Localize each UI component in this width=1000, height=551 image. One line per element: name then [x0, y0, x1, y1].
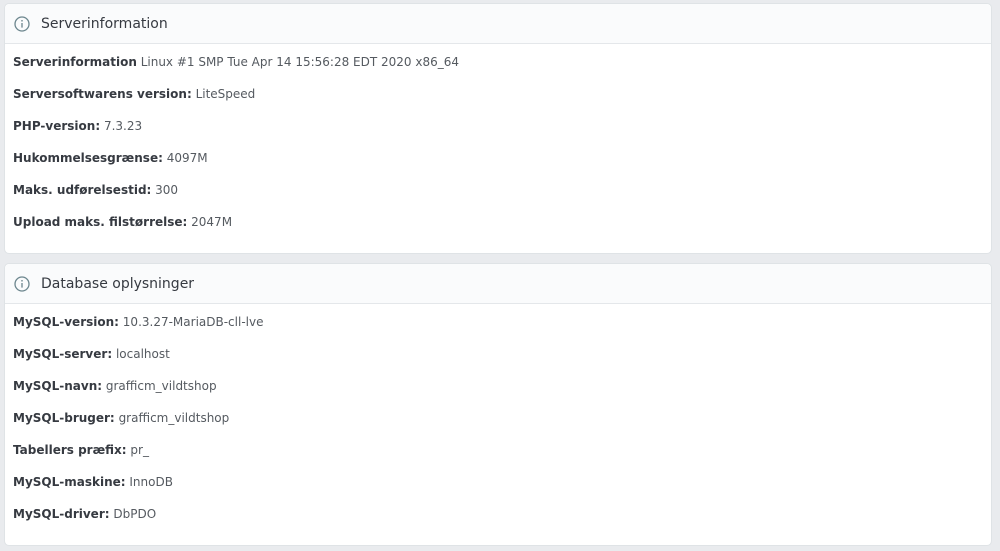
info-row-mysql-engine: MySQL-maskine: InnoDB	[13, 473, 991, 505]
info-row-server-software: Serversoftwarens version: LiteSpeed	[13, 85, 991, 117]
info-row-mysql-driver: MySQL-driver: DbPDO	[13, 505, 991, 537]
row-value: 300	[155, 183, 179, 197]
database-information-panel: Database oplysninger MySQL-version: 10.3…	[4, 263, 992, 546]
row-label: Serverinformation	[13, 55, 137, 69]
server-information-body: Serverinformation Linux #1 SMP Tue Apr 1…	[5, 44, 991, 245]
database-information-header: Database oplysninger	[5, 264, 991, 304]
row-value: InnoDB	[129, 475, 173, 489]
info-row-mysql-version: MySQL-version: 10.3.27-MariaDB-cll-lve	[13, 313, 991, 345]
row-value: LiteSpeed	[195, 87, 256, 101]
row-label: MySQL-bruger:	[13, 411, 115, 425]
row-value: pr_	[130, 443, 149, 457]
database-information-body: MySQL-version: 10.3.27-MariaDB-cll-lve M…	[5, 304, 991, 537]
server-information-header: Serverinformation	[5, 4, 991, 44]
row-value: Linux #1 SMP Tue Apr 14 15:56:28 EDT 202…	[140, 55, 459, 69]
info-row-table-prefix: Tabellers præfix: pr_	[13, 441, 991, 473]
info-row-mysql-name: MySQL-navn: grafficm_vildtshop	[13, 377, 991, 409]
row-value: 2047M	[191, 215, 233, 229]
row-label: Hukommelsesgrænse:	[13, 151, 163, 165]
row-label: MySQL-navn:	[13, 379, 103, 393]
server-information-panel: Serverinformation Serverinformation Linu…	[4, 3, 992, 254]
row-value: localhost	[115, 347, 170, 361]
panel-title: Serverinformation	[41, 15, 168, 32]
info-row-mysql-server: MySQL-server: localhost	[13, 345, 991, 377]
row-label: MySQL-version:	[13, 315, 119, 329]
row-value: 7.3.23	[103, 119, 143, 133]
row-label: MySQL-server:	[13, 347, 113, 361]
row-value: 4097M	[166, 151, 208, 165]
info-row-memory-limit: Hukommelsesgrænse: 4097M	[13, 149, 991, 181]
row-value: DbPDO	[113, 507, 157, 521]
row-value: 10.3.27-MariaDB-cll-lve	[122, 315, 264, 329]
row-label: MySQL-maskine:	[13, 475, 126, 489]
row-label: PHP-version:	[13, 119, 101, 133]
info-row-mysql-user: MySQL-bruger: grafficm_vildtshop	[13, 409, 991, 441]
info-row-php-version: PHP-version: 7.3.23	[13, 117, 991, 149]
row-label: MySQL-driver:	[13, 507, 110, 521]
info-icon	[14, 275, 30, 292]
info-row-max-execution-time: Maks. udførelsestid: 300	[13, 181, 991, 213]
info-row-server-information: Serverinformation Linux #1 SMP Tue Apr 1…	[13, 53, 991, 85]
row-value: grafficm_vildtshop	[105, 379, 217, 393]
row-label: Tabellers præfix:	[13, 443, 127, 457]
row-value: grafficm_vildtshop	[118, 411, 230, 425]
row-label: Upload maks. filstørrelse:	[13, 215, 188, 229]
row-label: Serversoftwarens version:	[13, 87, 192, 101]
info-row-upload-max-filesize: Upload maks. filstørrelse: 2047M	[13, 213, 991, 245]
info-icon	[14, 15, 30, 32]
panel-title: Database oplysninger	[41, 275, 195, 292]
row-label: Maks. udførelsestid:	[13, 183, 152, 197]
